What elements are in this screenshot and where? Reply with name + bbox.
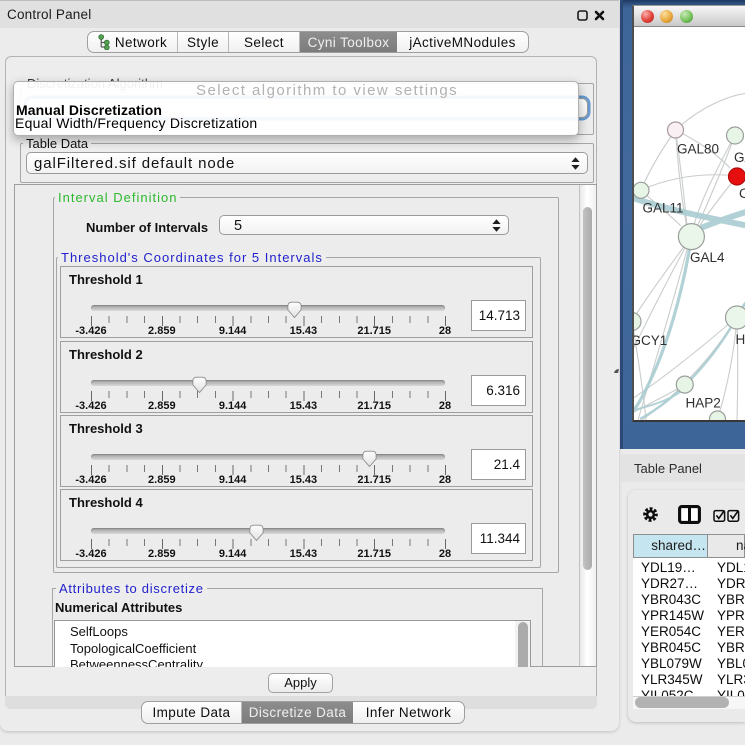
svg-text:GCY1: GCY1 — [634, 333, 667, 348]
svg-text:GA: GA — [734, 150, 745, 165]
svg-text:C: C — [739, 186, 745, 201]
svg-text:H: H — [736, 332, 745, 347]
svg-text:GAL4: GAL4 — [690, 250, 725, 265]
svg-text:GAL11: GAL11 — [643, 201, 684, 216]
svg-text:GAL80: GAL80 — [677, 142, 719, 157]
svg-text:HAP2: HAP2 — [686, 396, 721, 411]
